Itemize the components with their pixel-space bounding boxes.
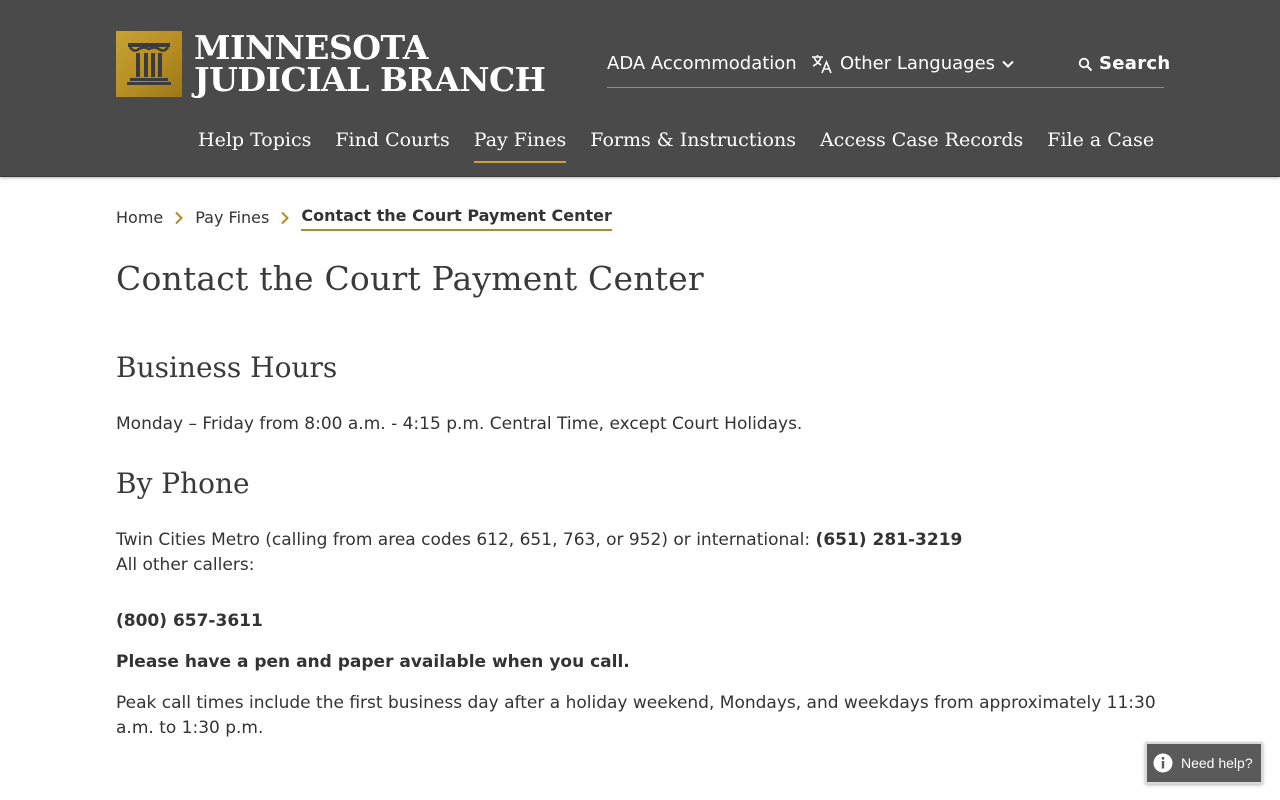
utility-bar: ADA Accommodation Other Languages Search — [607, 52, 1170, 88]
other-languages-dropdown[interactable]: Other Languages — [810, 52, 1015, 76]
nav-item-access-case-records[interactable]: Access Case Records — [808, 126, 1035, 163]
peak-call-times-text: Peak call times include the first busine… — [116, 693, 1156, 738]
main-content: Contact the Court Payment Center Busines… — [116, 255, 1156, 741]
toll-free-number[interactable]: (800) 657-3611 — [116, 609, 1156, 634]
other-languages-label: Other Languages — [840, 53, 996, 74]
nav-item-file-a-case[interactable]: File a Case — [1035, 126, 1166, 163]
nav-item-forms-instructions[interactable]: Forms & Instructions — [578, 126, 808, 163]
breadcrumb-pay-fines[interactable]: Pay Fines — [195, 206, 269, 230]
nav-item-find-courts[interactable]: Find Courts — [323, 126, 461, 163]
other-callers-label: All other callers: — [116, 555, 255, 575]
search-icon — [1078, 57, 1093, 71]
nav-item-pay-fines[interactable]: Pay Fines — [462, 126, 579, 163]
translate-icon — [812, 55, 832, 74]
breadcrumb-home[interactable]: Home — [116, 206, 163, 230]
search-button[interactable]: Search — [1078, 52, 1170, 76]
courthouse-pillar-icon — [116, 31, 182, 97]
metro-phone-text: Twin Cities Metro (calling from area cod… — [116, 528, 1156, 578]
nav-item-help-topics[interactable]: Help Topics — [186, 126, 323, 163]
metro-phone-description: Twin Cities Metro (calling from area cod… — [116, 530, 816, 550]
logo-wordmark: MINNESOTA JUDICIAL BRANCH — [194, 31, 546, 99]
chevron-right-icon — [281, 211, 290, 224]
main-nav: Help Topics Find Courts Pay Fines Forms … — [186, 126, 1166, 163]
search-label: Search — [1099, 53, 1171, 74]
need-help-label: Need help? — [1181, 755, 1253, 771]
pen-paper-note: Please have a pen and paper available wh… — [116, 652, 630, 672]
by-phone-heading: By Phone — [116, 467, 250, 500]
chevron-right-icon — [175, 211, 184, 224]
business-hours-text: Monday – Friday from 8:00 a.m. - 4:15 p.… — [116, 414, 803, 434]
site-header: MINNESOTA JUDICIAL BRANCH ADA Accommodat… — [0, 0, 1280, 177]
business-hours-heading: Business Hours — [116, 351, 338, 384]
need-help-button[interactable]: Need help? — [1145, 742, 1263, 784]
chevron-down-icon — [1002, 60, 1014, 68]
logo-line-2: JUDICIAL BRANCH — [194, 60, 546, 99]
info-icon — [1153, 753, 1173, 773]
ada-accommodation-link[interactable]: ADA Accommodation — [607, 52, 797, 76]
page-title: Contact the Court Payment Center — [116, 259, 704, 298]
site-logo[interactable]: MINNESOTA JUDICIAL BRANCH — [116, 31, 546, 99]
breadcrumb-current: Contact the Court Payment Center — [301, 204, 612, 231]
breadcrumb: Home Pay Fines Contact the Court Payment… — [116, 204, 612, 231]
metro-phone-number[interactable]: (651) 281-3219 — [816, 530, 963, 550]
